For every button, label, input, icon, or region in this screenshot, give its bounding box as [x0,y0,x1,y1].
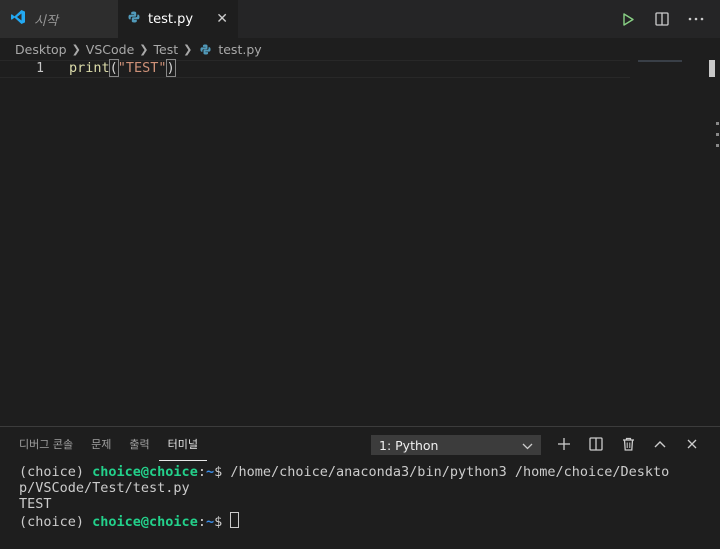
tab-problems[interactable]: 문제 [82,427,120,461]
breadcrumb-item-desktop[interactable]: Desktop [15,42,67,57]
terminal-path: ~ [205,514,215,530]
terminal-output[interactable]: (choice) choice@choice:~$ /home/choice/a… [19,464,709,530]
chevron-down-icon [522,438,533,453]
editor-tab-bar: 시작 test.py ✕ [0,0,720,38]
terminal-user: choice@choice [92,464,198,480]
terminal-output-line: TEST [19,496,52,512]
tab-debug-console[interactable]: 디버그 콘솔 [10,427,82,461]
terminal-colon: : [197,514,206,530]
scrollbar-thumb[interactable] [709,60,715,77]
close-panel-icon[interactable] [684,436,700,452]
tab-start[interactable]: 시작 [0,0,118,38]
terminal-command-wrap: p/VSCode/Test/test.py [19,480,190,496]
split-editor-icon[interactable] [654,11,670,27]
string-token: "TEST" [117,60,167,76]
paren-close-token: ) [165,59,176,77]
editor-actions [620,0,720,38]
split-terminal-icon[interactable] [588,436,604,452]
terminal-dollar: $ [214,514,231,530]
python-file-icon [128,11,140,27]
terminal-select-value: 1: Python [379,437,439,453]
terminal-env: (choice) [19,514,93,530]
tab-label: 시작 [34,13,58,29]
breadcrumb: Desktop ❯ VSCode ❯ Test ❯ test.py [0,38,720,60]
terminal-colon: : [197,464,206,480]
trash-icon[interactable] [620,436,636,452]
code-editor[interactable]: 1 print("TEST") [0,59,720,426]
tab-label: test.py [148,11,194,27]
minimap[interactable] [638,60,682,62]
chevron-right-icon: ❯ [139,42,149,56]
close-icon[interactable]: ✕ [216,11,228,27]
tab-output[interactable]: 출력 [120,427,158,461]
line-number: 1 [36,61,44,76]
terminal-command: /home/choice/anaconda3/bin/python3 /home… [230,464,670,480]
panel-actions [556,436,700,452]
chevron-right-icon: ❯ [71,42,81,56]
breadcrumb-item-test[interactable]: Test [154,42,179,57]
terminal-cursor [230,512,240,528]
chevron-up-icon[interactable] [652,436,668,452]
terminal-path: ~ [205,464,215,480]
code-line[interactable]: print("TEST") [69,59,176,77]
terminal-select[interactable]: 1: Python [371,435,541,455]
tab-terminal[interactable]: 터미널 [158,427,207,461]
chevron-right-icon: ❯ [183,42,193,56]
python-file-icon [200,43,211,55]
vscode-logo-icon [10,9,26,29]
terminal-user: choice@choice [92,514,198,530]
terminal-dollar: $ [214,464,231,480]
more-actions-icon[interactable] [688,11,704,27]
new-terminal-icon[interactable] [556,436,572,452]
tab-test-py[interactable]: test.py ✕ [118,0,238,38]
terminal-env: (choice) [19,464,93,480]
breadcrumb-item-file[interactable]: test.py [218,42,261,57]
function-token: print [69,60,110,76]
run-icon[interactable] [620,11,636,27]
overview-ruler [716,122,720,155]
bottom-panel: 디버그 콘솔 문제 출력 터미널 1: Python (choice) choi… [0,426,720,549]
breadcrumb-item-vscode[interactable]: VSCode [86,42,135,57]
paren-open-token: ( [108,59,119,77]
panel-tabs: 디버그 콘솔 문제 출력 터미널 [10,427,207,461]
